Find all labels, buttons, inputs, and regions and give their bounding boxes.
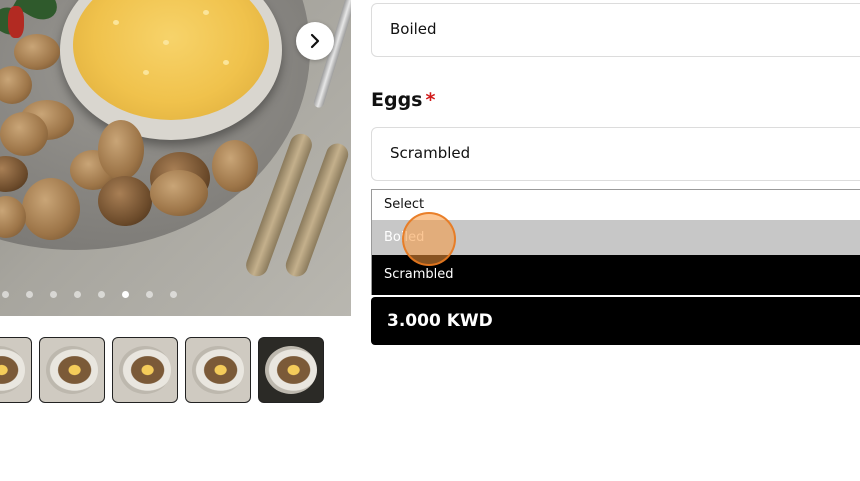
add-to-cart-price-button[interactable]: 3.000 KWD bbox=[371, 297, 860, 345]
carousel-dot[interactable] bbox=[26, 291, 33, 298]
dropdown-option-scrambled[interactable]: Scrambled bbox=[372, 255, 860, 295]
carousel-dot[interactable] bbox=[98, 291, 105, 298]
eggs-select[interactable]: Scrambled bbox=[371, 127, 860, 181]
thumbnail-strip bbox=[0, 337, 324, 403]
dropdown-option-select[interactable]: Select bbox=[372, 190, 860, 220]
previous-option-select[interactable]: Boiled bbox=[371, 3, 860, 57]
mushroom-graphic bbox=[22, 178, 80, 240]
thumbnail[interactable] bbox=[0, 337, 32, 403]
product-image bbox=[0, 0, 351, 316]
carousel-dot[interactable] bbox=[170, 291, 177, 298]
eggs-label-text: Eggs bbox=[371, 89, 423, 111]
required-marker: * bbox=[425, 89, 436, 111]
tomato-graphic bbox=[8, 6, 24, 38]
mushroom-graphic bbox=[150, 170, 208, 216]
carousel-dot[interactable] bbox=[50, 291, 57, 298]
eggs-label: Eggs * bbox=[371, 89, 435, 111]
mushroom-graphic bbox=[98, 120, 144, 180]
mushroom-graphic bbox=[0, 112, 48, 156]
carousel-next-button[interactable] bbox=[296, 22, 334, 60]
thumbnail[interactable] bbox=[185, 337, 251, 403]
carousel-dot[interactable] bbox=[74, 291, 81, 298]
previous-option-value: Boiled bbox=[390, 20, 437, 38]
mushroom-graphic bbox=[14, 34, 60, 70]
mushroom-graphic bbox=[212, 140, 258, 192]
carousel-dot-active[interactable] bbox=[122, 291, 129, 298]
carousel-dot[interactable] bbox=[2, 291, 9, 298]
thumbnail[interactable] bbox=[112, 337, 178, 403]
carousel-dots bbox=[0, 291, 177, 298]
mushroom-graphic bbox=[98, 176, 152, 226]
thumbnail[interactable] bbox=[39, 337, 105, 403]
scrambled-eggs-graphic bbox=[73, 0, 269, 120]
eggs-select-value: Scrambled bbox=[390, 144, 471, 162]
chevron-right-icon bbox=[310, 33, 320, 49]
carousel-dot[interactable] bbox=[146, 291, 153, 298]
price-label: 3.000 KWD bbox=[387, 311, 493, 331]
thumbnail[interactable] bbox=[258, 337, 324, 403]
click-indicator bbox=[402, 212, 456, 266]
